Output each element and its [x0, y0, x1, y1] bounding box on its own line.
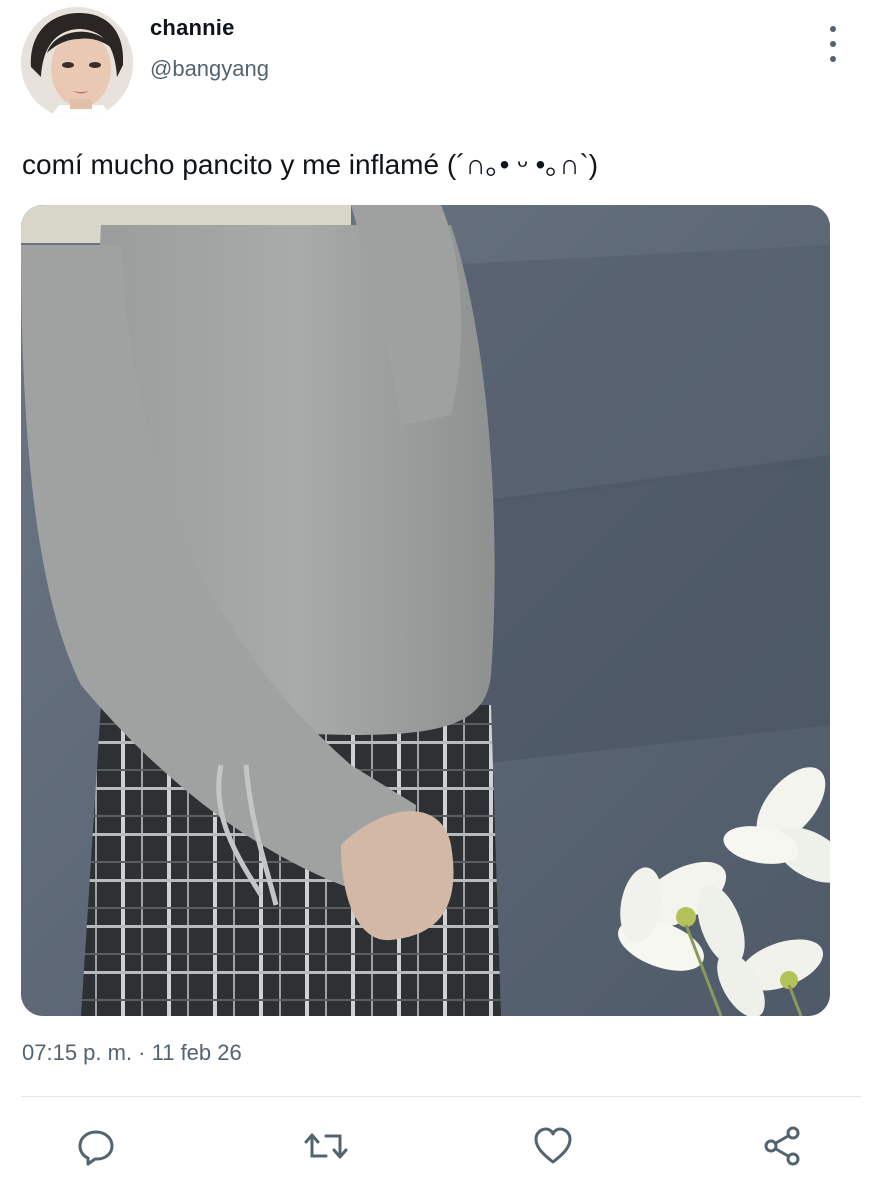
more-dot	[830, 41, 836, 47]
post-timestamp[interactable]: 07:15 p. m. · 11 feb 26	[22, 1040, 242, 1066]
reply-button[interactable]	[74, 1124, 118, 1168]
more-dot	[830, 26, 836, 32]
repost-button[interactable]	[304, 1124, 348, 1168]
user-handle[interactable]: @bangyang	[150, 56, 269, 82]
more-options-icon[interactable]	[820, 26, 846, 62]
avatar-photo	[21, 7, 133, 119]
avatar[interactable]	[21, 7, 133, 119]
post-text: comí mucho pancito y me inflamé (´∩｡• ᵕ …	[22, 149, 599, 180]
more-dot	[830, 56, 836, 62]
post-photo[interactable]	[21, 205, 830, 1016]
share-button[interactable]	[761, 1124, 805, 1168]
photo-illustration	[21, 205, 830, 1016]
repost-icon	[304, 1133, 348, 1159]
reply-icon	[78, 1130, 114, 1166]
display-name[interactable]: channie	[150, 15, 235, 41]
like-button[interactable]	[531, 1124, 575, 1168]
divider	[21, 1096, 861, 1097]
like-icon	[534, 1127, 572, 1164]
share-icon	[764, 1126, 800, 1166]
